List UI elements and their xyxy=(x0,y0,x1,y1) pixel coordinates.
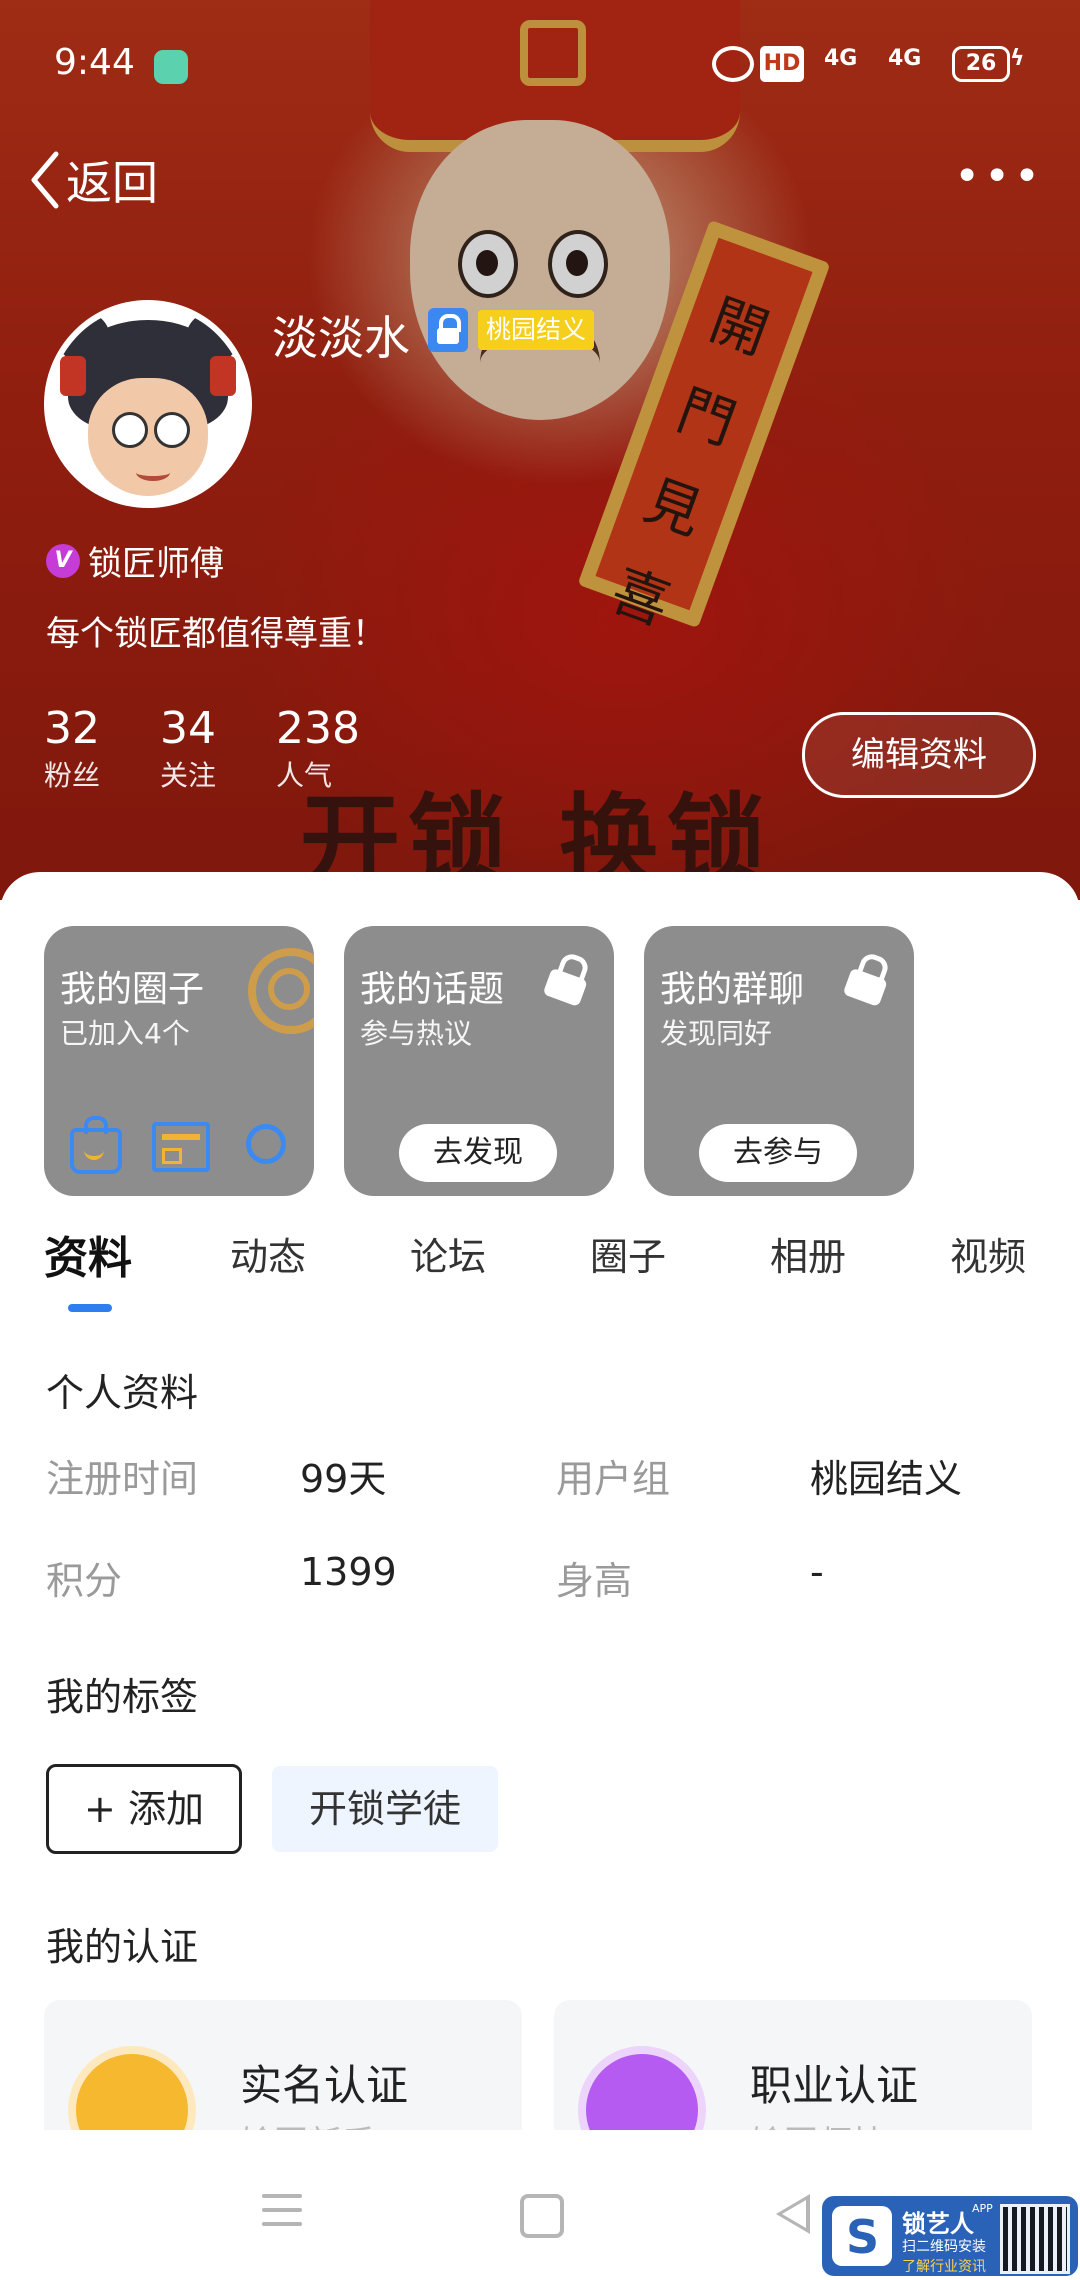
back-button[interactable]: 返回 xyxy=(28,140,158,220)
tab-profile[interactable]: 资料 xyxy=(44,1222,132,1286)
card-my-circles[interactable]: 我的圈子 已加入4个 xyxy=(44,926,314,1196)
circle-icons xyxy=(70,1116,292,1174)
hd-icon: HD xyxy=(760,46,804,82)
signature: 每个锁匠都值得尊重！ xyxy=(46,614,386,654)
cert-name: 职业认证 xyxy=(750,2061,919,2110)
active-tab-indicator xyxy=(68,1304,112,1312)
profile-content-sheet: 我的圈子 已加入4个 我的话题 参与热议 去发现 我的群聊 发现同好 去参与 资… xyxy=(0,872,1080,2280)
top-nav: 返回 ••• xyxy=(0,130,1080,240)
edit-profile-button[interactable]: 编辑资料 xyxy=(802,712,1036,798)
promo-app-tag: APP xyxy=(972,2202,993,2215)
alarm-icon xyxy=(712,46,754,82)
stat-value: 32 xyxy=(44,703,100,754)
shopping-bag-icon xyxy=(70,1116,122,1174)
back-nav-button[interactable] xyxy=(776,2194,810,2234)
avatar[interactable] xyxy=(44,300,252,508)
info-label-height: 身高 xyxy=(556,1559,633,1603)
more-options-button[interactable]: ••• xyxy=(954,155,1044,199)
app-logo-icon xyxy=(832,2206,892,2266)
status-time: 9:44 xyxy=(54,42,135,83)
cert-sub: 输回新手 xyxy=(240,2116,376,2130)
qr-code-icon xyxy=(1000,2204,1070,2274)
card-title: 我的群聊 xyxy=(660,969,805,1010)
news-card-icon xyxy=(152,1122,210,1172)
charging-icon: ϟ xyxy=(1010,46,1025,71)
stat-label: 粉丝 xyxy=(44,759,101,792)
cert-name: 实名认证 xyxy=(240,2061,409,2110)
section-title-certification: 我的认证 xyxy=(46,1925,199,1969)
info-value-points: 1399 xyxy=(300,1550,397,1594)
profile-stats: 32 粉丝 34 关注 238 人气 xyxy=(44,702,420,796)
card-subtitle: 发现同好 xyxy=(660,1017,773,1050)
status-bar: 9:44 HD 4G 4G 26 ϟ xyxy=(0,0,1080,130)
info-value-height: - xyxy=(810,1550,824,1594)
card-my-topics[interactable]: 我的话题 参与热议 去发现 xyxy=(344,926,614,1196)
app-promo-watermark: 锁艺人 APP 扫二维码安装 了解行业资讯 xyxy=(822,2196,1078,2276)
profile-tabs: 资料 动态 论坛 圈子 相册 视频 xyxy=(0,1222,1080,1312)
tab-activity[interactable]: 动态 xyxy=(230,1226,306,1281)
promo-name: 锁艺人 xyxy=(902,2210,974,2238)
home-nav-button[interactable] xyxy=(520,2194,564,2238)
stat-popularity[interactable]: 238 人气 xyxy=(276,702,360,796)
section-title-personal: 个人资料 xyxy=(46,1371,199,1415)
stat-value: 238 xyxy=(276,703,361,754)
info-value-register-time: 99天 xyxy=(300,1457,387,1501)
discover-button[interactable]: 去发现 xyxy=(399,1124,557,1182)
stat-value: 34 xyxy=(160,703,217,754)
promo-line1: 扫二维码安装 xyxy=(902,2239,986,2255)
info-label-user-group: 用户组 xyxy=(556,1457,671,1501)
card-my-group-chats[interactable]: 我的群聊 发现同好 去参与 xyxy=(644,926,914,1196)
card-subtitle: 已加入4个 xyxy=(60,1017,190,1050)
info-label-points: 积分 xyxy=(46,1559,123,1603)
menu-nav-button[interactable] xyxy=(262,2194,302,2236)
cert-card-real-name[interactable]: 实名认证 输回新手 xyxy=(44,2000,522,2130)
feature-cards: 我的圈子 已加入4个 我的话题 参与热议 去发现 我的群聊 发现同好 去参与 xyxy=(44,926,944,1196)
chevron-left-icon xyxy=(31,151,59,209)
tab-circles[interactable]: 圈子 xyxy=(590,1226,666,1281)
info-value-user-group: 桃园结义 xyxy=(810,1457,963,1501)
tab-forum[interactable]: 论坛 xyxy=(410,1226,486,1281)
lock-icon xyxy=(840,948,899,1007)
cert-title-text: 锁匠师傅 xyxy=(88,544,224,584)
user-group-badge: 桃园结义 xyxy=(478,310,595,350)
signal-icon: 4G xyxy=(888,46,922,71)
certification-title: V 锁匠师傅 xyxy=(46,536,224,585)
card-title: 我的话题 xyxy=(360,969,505,1010)
stat-following[interactable]: 34 关注 xyxy=(160,702,216,796)
signal-icon: 4G xyxy=(824,46,858,71)
lock-icon xyxy=(540,948,599,1007)
join-button[interactable]: 去参与 xyxy=(699,1124,857,1182)
cert-card-profession[interactable]: 职业认证 输回师技 xyxy=(554,2000,1032,2130)
battery-icon: 26 xyxy=(952,46,1010,82)
back-label: 返回 xyxy=(66,156,158,210)
username: 淡淡水 xyxy=(272,311,410,365)
tag-chip[interactable]: 开锁学徒 xyxy=(272,1766,498,1852)
tie-icon xyxy=(586,2054,698,2130)
add-tag-button[interactable]: + 添加 xyxy=(46,1764,242,1854)
circle-decoration-icon xyxy=(248,948,314,1034)
tab-videos[interactable]: 视频 xyxy=(950,1226,1026,1281)
card-title: 我的圈子 xyxy=(60,969,205,1010)
info-label-register-time: 注册时间 xyxy=(46,1457,199,1501)
cert-sub: 输回师技 xyxy=(750,2116,886,2130)
tab-album[interactable]: 相册 xyxy=(770,1226,846,1281)
verified-v-icon: V xyxy=(46,543,80,578)
stat-label: 人气 xyxy=(276,759,333,792)
lock-badge-icon xyxy=(428,308,468,352)
card-subtitle: 参与热议 xyxy=(360,1017,473,1050)
section-title-tags: 我的标签 xyxy=(46,1675,199,1719)
stat-label: 关注 xyxy=(160,759,217,792)
promo-line2: 了解行业资讯 xyxy=(902,2259,986,2275)
sun-icon xyxy=(246,1124,286,1164)
notification-app-icon xyxy=(154,50,188,84)
stat-fans[interactable]: 32 粉丝 xyxy=(44,702,100,796)
person-icon xyxy=(76,2054,188,2130)
